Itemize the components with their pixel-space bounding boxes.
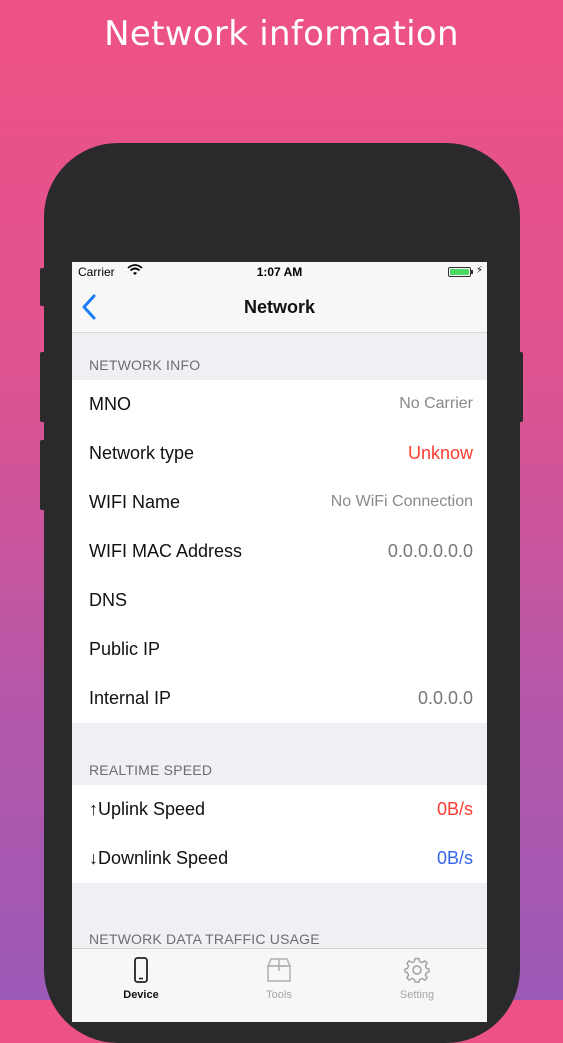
row-wifi-name[interactable]: WIFI Name No WiFi Connection bbox=[72, 478, 487, 527]
row-value: Unknow bbox=[407, 443, 473, 463]
tab-label: Tools bbox=[266, 989, 292, 1001]
row-wifi-mac[interactable]: WIFI MAC Address 0.0.0.0.0.0 bbox=[72, 527, 487, 576]
row-value: No Carrier bbox=[399, 395, 473, 412]
status-bar: Carrier 1:07 AM ⚡ bbox=[72, 262, 487, 282]
promo-headline: Network information bbox=[104, 14, 459, 54]
clock-label: 1:07 AM bbox=[256, 265, 303, 279]
row-label: Network type bbox=[89, 443, 195, 463]
tab-bar: Device Tools Setting bbox=[72, 948, 487, 1022]
row-downlink-speed[interactable]: ↓Downlink Speed 0B/s bbox=[72, 834, 487, 883]
row-dns[interactable]: DNS bbox=[72, 576, 487, 625]
row-label: WIFI Name bbox=[89, 492, 181, 512]
realtime-speed-group: ↑Uplink Speed 0B/s ↓Downlink Speed 0B/s bbox=[72, 785, 487, 883]
tab-tools[interactable]: Tools bbox=[210, 949, 348, 1009]
row-mno[interactable]: MNO No Carrier bbox=[72, 380, 487, 429]
charging-icon: ⚡ bbox=[475, 265, 483, 276]
phone-icon bbox=[128, 957, 154, 983]
tab-label: Setting bbox=[399, 989, 435, 1001]
row-label: MNO bbox=[89, 394, 131, 414]
row-internal-ip[interactable]: Internal IP 0.0.0.0 bbox=[72, 674, 487, 723]
row-label: Internal IP bbox=[89, 688, 172, 708]
row-label: ↑Uplink Speed bbox=[89, 799, 206, 819]
row-value: No WiFi Connection bbox=[330, 493, 473, 510]
box-icon bbox=[266, 957, 292, 983]
row-value: 0B/s bbox=[436, 799, 473, 819]
row-value: 0.0.0.0.0.0 bbox=[387, 541, 473, 561]
gear-icon bbox=[404, 957, 430, 983]
row-label: ↓Downlink Speed bbox=[89, 848, 229, 868]
page-title: Network bbox=[243, 297, 315, 317]
row-value: 0.0.0.0 bbox=[417, 688, 473, 708]
network-info-group: MNO No Carrier Network type Unknow WIFI … bbox=[72, 380, 487, 723]
tab-device[interactable]: Device bbox=[72, 949, 210, 1009]
tab-setting[interactable]: Setting bbox=[348, 949, 486, 1009]
phone-screen: Carrier 1:07 AM ⚡ Network NETWORK INFO M… bbox=[72, 262, 487, 1022]
row-label: DNS bbox=[89, 590, 128, 610]
row-network-type[interactable]: Network type Unknow bbox=[72, 429, 487, 478]
tab-label: Device bbox=[123, 989, 159, 1001]
navigation-bar: Network bbox=[72, 282, 487, 333]
row-label: WIFI MAC Address bbox=[89, 541, 243, 561]
section-header-traffic-usage: NETWORK DATA TRAFFIC USAGE bbox=[89, 931, 320, 947]
row-value: 0B/s bbox=[436, 848, 473, 868]
section-header-realtime-speed: REALTIME SPEED bbox=[89, 762, 213, 778]
battery-icon bbox=[448, 267, 473, 277]
row-uplink-speed[interactable]: ↑Uplink Speed 0B/s bbox=[72, 785, 487, 834]
row-public-ip[interactable]: Public IP bbox=[72, 625, 487, 674]
section-header-network-info: NETWORK INFO bbox=[89, 357, 201, 373]
row-label: Public IP bbox=[89, 639, 161, 659]
